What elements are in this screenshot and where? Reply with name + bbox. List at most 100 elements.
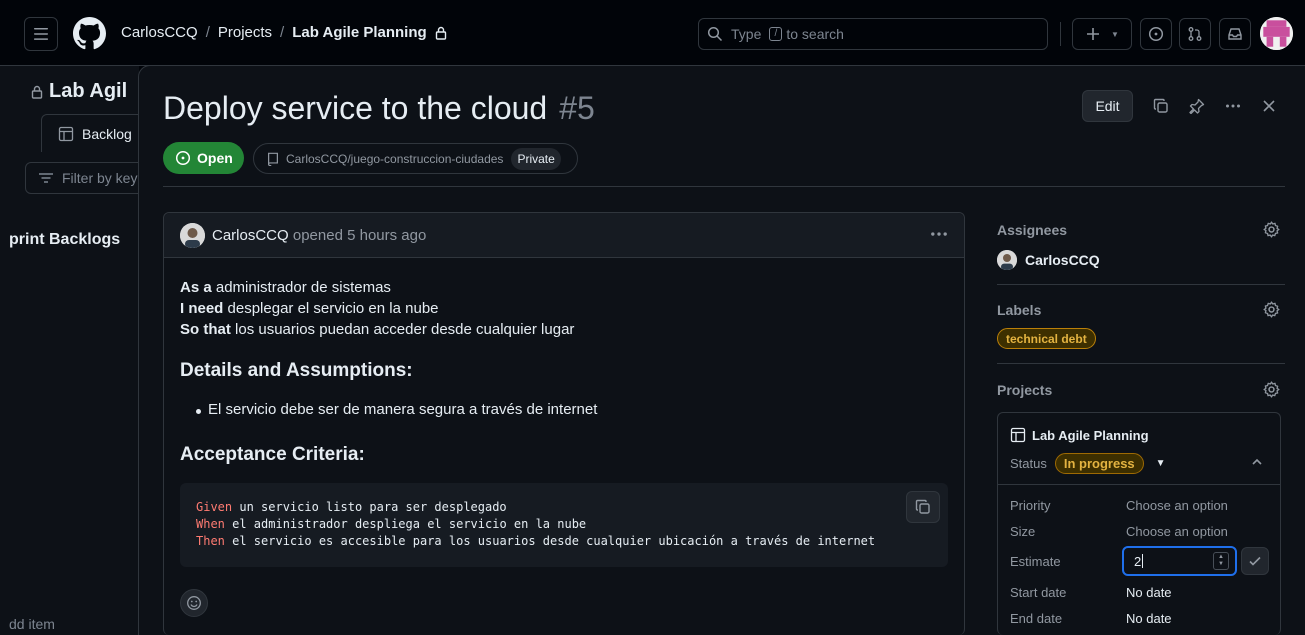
status-dropdown[interactable]: In progress	[1054, 453, 1144, 474]
details-list-item: El servicio debe ser de manera segura a …	[195, 401, 598, 418]
user-avatar[interactable]	[1260, 17, 1293, 50]
chevron-up-icon	[1252, 458, 1262, 465]
left-edge	[0, 0, 9, 635]
field-value-end-date[interactable]: No date	[1126, 611, 1172, 626]
issue-state-label: Open	[197, 150, 233, 166]
menu-button[interactable]	[24, 17, 58, 51]
issue-number: #5	[559, 90, 595, 126]
search-placeholder-after: to search	[786, 26, 844, 42]
field-value-priority[interactable]: Choose an option	[1126, 498, 1228, 513]
create-new-button[interactable]: ▼	[1072, 18, 1132, 50]
edit-button[interactable]: Edit	[1082, 90, 1133, 122]
repository-link[interactable]: CarlosCCQ/juego-construccion-ciudades Pr…	[253, 143, 578, 174]
breadcrumb-projects[interactable]: Projects	[218, 24, 272, 41]
issue-title: Deploy service to the cloud #5	[163, 90, 595, 127]
comment-author[interactable]: CarlosCCQ	[212, 227, 289, 244]
breadcrumb-owner[interactable]: CarlosCCQ	[121, 24, 198, 41]
pull-requests-button[interactable]	[1179, 18, 1211, 50]
user-story-line-so-that: So that los usuarios puedan acceder desd…	[180, 321, 575, 338]
issue-state-badge: Open	[163, 142, 244, 174]
assignees-settings-button[interactable]	[1263, 221, 1280, 238]
repo-icon	[268, 152, 278, 166]
tab-backlog[interactable]: Backlog	[41, 114, 151, 152]
save-estimate-button[interactable]	[1241, 547, 1269, 575]
project-name: Lab Agile Planning	[1032, 427, 1149, 443]
stepper-up-icon[interactable]: ▲	[1218, 554, 1224, 561]
copy-code-button[interactable]	[906, 491, 940, 523]
inbox-button[interactable]	[1219, 18, 1251, 50]
field-value-start-date[interactable]: No date	[1126, 585, 1172, 600]
inbox-icon	[1228, 28, 1242, 40]
gear-icon	[1263, 381, 1280, 398]
add-item-button[interactable]: dd item	[9, 616, 55, 632]
text-cursor	[1142, 554, 1144, 568]
projects-settings-button[interactable]	[1263, 381, 1280, 398]
sidebar-divider	[997, 363, 1285, 364]
caret-down-icon[interactable]: ▼	[1156, 458, 1166, 469]
user-story-line-as-a: As a administrador de sistemas	[180, 279, 391, 296]
comment-opened-text: opened	[292, 227, 343, 244]
pin-button[interactable]	[1186, 95, 1208, 117]
project-name-link[interactable]: Lab Agile Planning	[1010, 427, 1149, 443]
search-icon	[707, 26, 723, 42]
gear-icon	[1263, 301, 1280, 318]
code-line: Then el servicio es accesible para los u…	[196, 534, 876, 548]
copy-icon	[1153, 98, 1168, 113]
github-logo-icon[interactable]	[73, 17, 106, 50]
more-options-button[interactable]	[1222, 95, 1244, 117]
field-label-priority: Priority	[1010, 498, 1051, 513]
status-label: Status	[1010, 456, 1047, 471]
comment-timestamp[interactable]: 5 hours ago	[347, 227, 426, 244]
kebab-horizontal-icon	[1226, 104, 1240, 108]
estimate-input[interactable]: 2 ▲ ▼	[1122, 546, 1237, 576]
copy-link-button[interactable]	[1150, 95, 1172, 117]
pin-icon	[1189, 98, 1205, 114]
issue-body-card: CarlosCCQ opened 5 hours ago As a admini…	[163, 212, 965, 635]
add-reaction-button[interactable]	[180, 589, 208, 617]
visibility-badge: Private	[511, 147, 561, 170]
comment-options-button[interactable]	[930, 225, 948, 246]
table-icon	[58, 126, 74, 141]
project-card-header: Lab Agile Planning Status In progress ▼	[998, 413, 1280, 485]
field-label-size: Size	[1010, 524, 1036, 539]
projects-label: Projects	[997, 382, 1053, 398]
search-shortcut-key: /	[769, 27, 783, 41]
label-technical-debt[interactable]: technical debt	[997, 328, 1096, 349]
number-stepper[interactable]: ▲ ▼	[1213, 552, 1229, 570]
issue-opened-icon	[175, 150, 191, 166]
stepper-down-icon[interactable]: ▼	[1218, 561, 1224, 568]
header-divider-line	[163, 186, 1285, 187]
filter-input[interactable]: Filter by key	[25, 162, 155, 194]
comment-header: CarlosCCQ opened 5 hours ago	[164, 213, 964, 258]
pull-request-icon	[1188, 27, 1202, 41]
check-icon	[1249, 556, 1261, 566]
breadcrumb-project[interactable]: Lab Agile Planning	[292, 24, 426, 41]
issue-title-text: Deploy service to the cloud	[163, 90, 548, 126]
sprint-backlogs-heading: print Backlogs	[9, 231, 121, 248]
copy-icon	[915, 499, 930, 514]
field-label-end-date: End date	[1010, 611, 1063, 626]
author-avatar[interactable]	[180, 223, 205, 248]
filter-icon	[39, 173, 53, 183]
table-icon	[1010, 427, 1026, 443]
lock-icon	[31, 85, 43, 99]
search-input[interactable]: Type / to search	[698, 18, 1048, 50]
assignee-avatar	[997, 250, 1017, 270]
close-panel-button[interactable]	[1258, 95, 1280, 117]
project-card: Lab Agile Planning Status In progress ▼ …	[997, 412, 1281, 635]
breadcrumb-separator: /	[280, 24, 285, 41]
labels-settings-button[interactable]	[1263, 301, 1280, 318]
chevron-down-icon: ▼	[1111, 29, 1119, 39]
field-value-size[interactable]: Choose an option	[1126, 524, 1228, 539]
issues-button[interactable]	[1140, 18, 1172, 50]
lock-icon	[435, 26, 446, 40]
code-line: When el administrador despliega el servi…	[196, 517, 587, 531]
field-label-estimate: Estimate	[1010, 554, 1061, 569]
close-icon	[1263, 100, 1275, 112]
collapse-project-button[interactable]	[1250, 455, 1264, 472]
labels-label: Labels	[997, 302, 1042, 318]
breadcrumb: CarlosCCQ / Projects / Lab Agile Plannin…	[121, 24, 447, 41]
comment-author-line: CarlosCCQ opened 5 hours ago	[212, 227, 426, 244]
assignee-item[interactable]: CarlosCCQ	[997, 250, 1100, 270]
assignee-name: CarlosCCQ	[1025, 252, 1100, 268]
